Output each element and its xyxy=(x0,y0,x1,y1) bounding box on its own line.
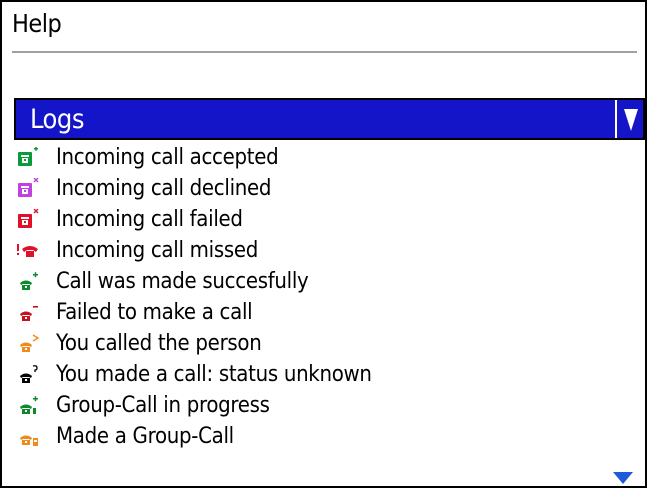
group-call-progress-icon xyxy=(16,395,48,417)
list-item-label: You made a call: status unknown xyxy=(56,361,372,387)
list-item[interactable]: Group-Call in progress xyxy=(16,390,626,421)
page-title: Help xyxy=(12,9,62,38)
list-item[interactable]: Incoming call accepted xyxy=(16,142,626,173)
list-item-label: Incoming call missed xyxy=(56,237,259,263)
list-item-label: Incoming call failed xyxy=(56,206,243,232)
list-item[interactable]: Incoming call missed xyxy=(16,235,626,266)
log-legend-list: Incoming call accepted Incoming call decl… xyxy=(16,142,626,452)
chevron-down-icon[interactable] xyxy=(624,109,638,131)
group-call-made-icon xyxy=(16,426,48,448)
list-item[interactable]: You made a call: status unknown xyxy=(16,359,626,390)
list-item-label: Incoming call declined xyxy=(56,175,272,201)
outgoing-success-icon xyxy=(16,271,48,293)
list-item-label: You called the person xyxy=(56,330,262,356)
outgoing-called-icon xyxy=(16,333,48,355)
list-item[interactable]: Incoming call declined xyxy=(16,173,626,204)
list-item[interactable]: Failed to make a call xyxy=(16,297,626,328)
outgoing-failed-icon xyxy=(16,302,48,324)
call-declined-icon xyxy=(16,177,48,200)
list-item-label: Failed to make a call xyxy=(56,299,253,325)
list-item[interactable]: Call was made succesfully xyxy=(16,266,626,297)
list-item[interactable]: Made a Group-Call xyxy=(16,421,626,452)
list-item-label: Group-Call in progress xyxy=(56,392,270,418)
dropdown-separator xyxy=(615,100,617,138)
call-accepted-icon xyxy=(16,146,48,169)
list-item-label: Call was made succesfully xyxy=(56,268,309,294)
outgoing-unknown-icon xyxy=(16,364,48,386)
title-divider xyxy=(12,51,637,53)
list-item[interactable]: Incoming call failed xyxy=(16,204,626,235)
list-item-label: Made a Group-Call xyxy=(56,423,234,449)
list-item-label: Incoming call accepted xyxy=(56,144,279,170)
help-screen: Help Logs Incoming call accepted Incoming… xyxy=(0,0,647,488)
dropdown-label: Logs xyxy=(30,104,85,135)
logs-dropdown[interactable]: Logs xyxy=(14,98,645,140)
list-item[interactable]: You called the person xyxy=(16,328,626,359)
scroll-down-icon[interactable] xyxy=(613,472,633,484)
call-missed-icon xyxy=(16,240,48,262)
call-failed-icon xyxy=(16,208,48,231)
